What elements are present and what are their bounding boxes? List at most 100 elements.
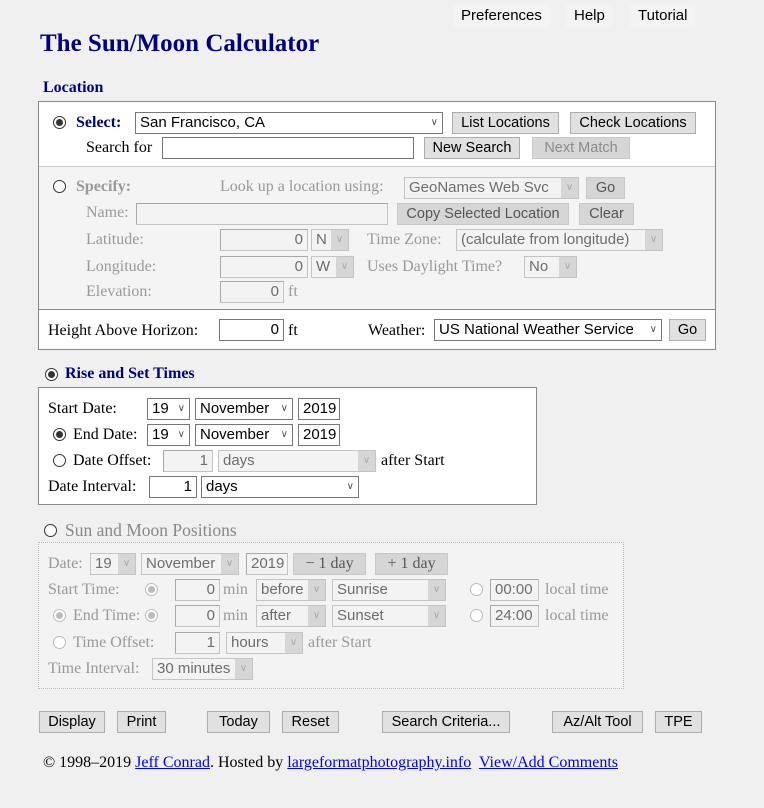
location-select[interactable]: San Francisco, CA ∨: [135, 112, 443, 134]
date-interval-unit-value: days: [206, 478, 238, 495]
end-time-relative-radio[interactable]: [145, 609, 158, 622]
location-heading: Location: [43, 79, 104, 96]
lookup-label: Look up a location using:: [220, 178, 384, 195]
end-date-radio[interactable]: [53, 428, 66, 441]
start-local-time-input[interactable]: 00:00: [490, 579, 539, 601]
date-offset-input[interactable]: 1: [163, 450, 213, 472]
next-match-button[interactable]: Next Match: [532, 137, 630, 159]
chevron-down-icon: ∨: [346, 481, 354, 492]
positions-month-value: November: [146, 555, 216, 572]
chevron-down-icon: ∨: [430, 117, 438, 128]
latitude-label: Latitude:: [86, 231, 144, 248]
start-day-select[interactable]: 19 ∨: [147, 398, 190, 420]
end-day-select[interactable]: 19 ∨: [147, 424, 190, 446]
end-event-value: Sunset: [337, 607, 384, 624]
specify-location-radio[interactable]: [53, 180, 66, 193]
time-offset-input[interactable]: 1: [175, 632, 220, 654]
weather-select[interactable]: US National Weather Service ∨: [434, 319, 662, 341]
daylight-label: Uses Daylight Time?: [367, 258, 503, 275]
today-button[interactable]: Today: [207, 711, 270, 733]
time-offset-radio[interactable]: [53, 636, 66, 649]
date-offset-radio[interactable]: [53, 454, 66, 467]
date-offset-unit-select[interactable]: days ∨: [218, 450, 376, 472]
list-locations-button[interactable]: List Locations: [452, 112, 559, 134]
start-event-select[interactable]: Sunrise ∨: [332, 579, 446, 601]
timezone-select[interactable]: (calculate from longitude) ∨: [456, 229, 663, 251]
date-offset-unit-value: days: [223, 452, 255, 469]
end-year-input[interactable]: 2019: [298, 424, 340, 446]
end-relation-select[interactable]: after ∨: [256, 605, 326, 627]
start-month-select[interactable]: November ∨: [195, 398, 293, 420]
end-local-time-radio[interactable]: [470, 609, 483, 622]
copy-selected-location-button[interactable]: Copy Selected Location: [397, 203, 569, 225]
date-interval-unit-select[interactable]: days ∨: [201, 476, 359, 498]
end-month-select[interactable]: November ∨: [195, 424, 293, 446]
start-min-input[interactable]: 0: [175, 579, 220, 601]
elevation-input[interactable]: 0: [220, 281, 284, 303]
start-time-relative-radio[interactable]: [145, 583, 158, 596]
display-button[interactable]: Display: [39, 711, 105, 733]
select-location-radio[interactable]: [53, 116, 66, 129]
time-offset-unit-select[interactable]: hours ∨: [226, 632, 303, 654]
end-relation-value: after: [261, 607, 292, 624]
end-day-value: 19: [152, 426, 169, 443]
end-local-time-input[interactable]: 24:00: [490, 605, 539, 627]
chevron-down-icon: ∨: [559, 257, 576, 277]
start-min-label: min: [223, 581, 248, 598]
check-locations-button[interactable]: Check Locations: [570, 112, 696, 134]
start-local-time-radio[interactable]: [470, 583, 483, 596]
start-local-time-label: local time: [545, 581, 609, 598]
new-search-button[interactable]: New Search: [424, 137, 520, 159]
print-button[interactable]: Print: [117, 711, 166, 733]
time-interval-value: 30 minutes: [157, 660, 231, 677]
positions-year-input[interactable]: 2019: [246, 553, 288, 575]
azalt-tool-button[interactable]: Az/Alt Tool: [552, 711, 643, 733]
chevron-down-icon: ∨: [221, 554, 238, 574]
latitude-input[interactable]: 0: [220, 229, 308, 251]
weather-go-button[interactable]: Go: [669, 319, 706, 341]
comments-link[interactable]: View/Add Comments: [479, 754, 618, 771]
help-link[interactable]: Help: [566, 4, 613, 28]
rise-set-radio[interactable]: [45, 368, 58, 381]
reset-button[interactable]: Reset: [282, 711, 339, 733]
author-link[interactable]: Jeff Conrad: [135, 754, 210, 771]
name-input[interactable]: [136, 203, 388, 225]
chevron-down-icon: ∨: [428, 580, 445, 600]
search-input[interactable]: [162, 137, 414, 159]
height-input[interactable]: 0: [219, 319, 284, 341]
page-title: The Sun/Moon Calculator: [40, 30, 320, 57]
end-min-input[interactable]: 0: [175, 605, 220, 627]
chevron-down-icon: ∨: [118, 554, 135, 574]
daylight-select[interactable]: No ∨: [524, 256, 577, 278]
select-label: Select:: [76, 114, 122, 131]
positions-month-select[interactable]: November ∨: [141, 553, 239, 575]
date-interval-input[interactable]: 1: [149, 476, 197, 498]
time-interval-select[interactable]: 30 minutes ∨: [152, 658, 253, 680]
longitude-input[interactable]: 0: [220, 256, 308, 278]
lookup-go-button[interactable]: Go: [586, 177, 625, 199]
end-event-select[interactable]: Sunset ∨: [332, 605, 446, 627]
latitude-direction-select[interactable]: N ∨: [311, 229, 349, 251]
longitude-direction-value: W: [316, 258, 331, 275]
end-time-radio[interactable]: [53, 609, 66, 622]
start-time-label: Start Time:: [48, 581, 120, 598]
end-time-label: End Time:: [73, 607, 141, 624]
chevron-down-icon: ∨: [285, 633, 302, 653]
tutorial-link[interactable]: Tutorial: [630, 4, 696, 28]
lookup-service-select[interactable]: GeoNames Web Svc ∨: [404, 177, 579, 199]
plus-day-button[interactable]: + 1 day: [375, 553, 448, 575]
start-year-input[interactable]: 2019: [298, 398, 340, 420]
host-link[interactable]: largeformatphotography.info: [287, 754, 471, 771]
daylight-value: No: [529, 258, 549, 275]
clear-button[interactable]: Clear: [579, 203, 634, 225]
positions-day-select[interactable]: 19 ∨: [90, 553, 136, 575]
minus-day-button[interactable]: − 1 day: [293, 553, 366, 575]
end-date-label: End Date:: [73, 426, 138, 443]
preferences-link[interactable]: Preferences: [453, 4, 550, 28]
start-relation-select[interactable]: before ∨: [256, 579, 326, 601]
longitude-direction-select[interactable]: W ∨: [311, 256, 354, 278]
tpe-button[interactable]: TPE: [655, 711, 702, 733]
start-month-value: November: [200, 400, 270, 417]
search-criteria-button[interactable]: Search Criteria...: [382, 711, 510, 733]
positions-radio[interactable]: [44, 524, 57, 537]
